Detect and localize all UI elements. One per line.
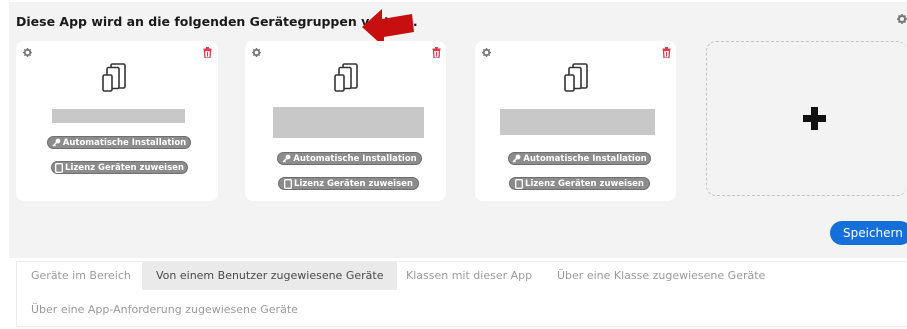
tab-class-assigned-devices[interactable]: Über eine Klasse zugewiesene Geräte bbox=[543, 262, 779, 290]
tab-devices-in-scope[interactable]: Geräte im Bereich bbox=[17, 262, 145, 290]
trash-icon[interactable] bbox=[432, 47, 441, 58]
section-heading: Diese App wird an die folgenden Gerätegr… bbox=[16, 14, 418, 29]
tab-user-assigned-devices[interactable]: Von einem Benutzer zugewiesene Geräte bbox=[142, 262, 398, 290]
key-icon bbox=[282, 154, 292, 163]
device-group-card: Automatische Installation Lizenz Geräten… bbox=[16, 41, 218, 201]
assign-license-badge[interactable]: Lizenz Geräten zuweisen bbox=[509, 177, 650, 190]
gear-icon[interactable] bbox=[252, 48, 261, 57]
auto-install-label: Automatische Installation bbox=[62, 138, 187, 148]
tablet-icon bbox=[55, 162, 63, 173]
tablet-icon bbox=[284, 178, 292, 189]
gear-icon[interactable] bbox=[897, 13, 907, 25]
assign-license-label: Lizenz Geräten zuweisen bbox=[294, 179, 413, 189]
group-name-redacted bbox=[273, 107, 424, 138]
devices-icon bbox=[564, 63, 588, 92]
devices-icon bbox=[334, 63, 358, 92]
assign-license-badge[interactable]: Lizenz Geräten zuweisen bbox=[51, 161, 188, 174]
save-button[interactable]: Speichern bbox=[830, 221, 907, 245]
auto-install-badge[interactable]: Automatische Installation bbox=[47, 136, 191, 149]
gear-icon[interactable] bbox=[482, 48, 491, 57]
key-icon bbox=[52, 138, 61, 147]
group-name-redacted bbox=[500, 109, 655, 135]
tab-app-request-assigned-devices[interactable]: Über eine App-Anforderung zugewiesene Ge… bbox=[17, 296, 312, 324]
device-tabs: Geräte im Bereich Von einem Benutzer zug… bbox=[16, 261, 907, 327]
device-group-card: Automatische Installation Lizenz Geräten… bbox=[475, 41, 676, 201]
devices-icon bbox=[102, 63, 126, 92]
tablet-icon bbox=[515, 178, 523, 189]
assign-license-label: Lizenz Geräten zuweisen bbox=[65, 163, 184, 173]
auto-install-label: Automatische Installation bbox=[293, 154, 417, 164]
assign-license-badge[interactable]: Lizenz Geräten zuweisen bbox=[278, 177, 419, 190]
group-name-redacted bbox=[52, 109, 185, 123]
auto-install-badge[interactable]: Automatische Installation bbox=[508, 152, 651, 165]
auto-install-label: Automatische Installation bbox=[523, 154, 647, 164]
tab-classes-with-app[interactable]: Klassen mit dieser App bbox=[392, 262, 546, 290]
trash-icon[interactable] bbox=[662, 47, 671, 58]
trash-icon[interactable] bbox=[203, 47, 212, 58]
assign-license-label: Lizenz Geräten zuweisen bbox=[525, 179, 644, 189]
plus-icon[interactable] bbox=[803, 107, 826, 130]
auto-install-badge[interactable]: Automatische Installation bbox=[277, 152, 422, 165]
key-icon bbox=[512, 154, 522, 163]
gear-icon[interactable] bbox=[23, 48, 32, 57]
device-group-card: Automatische Installation Lizenz Geräten… bbox=[245, 41, 446, 201]
